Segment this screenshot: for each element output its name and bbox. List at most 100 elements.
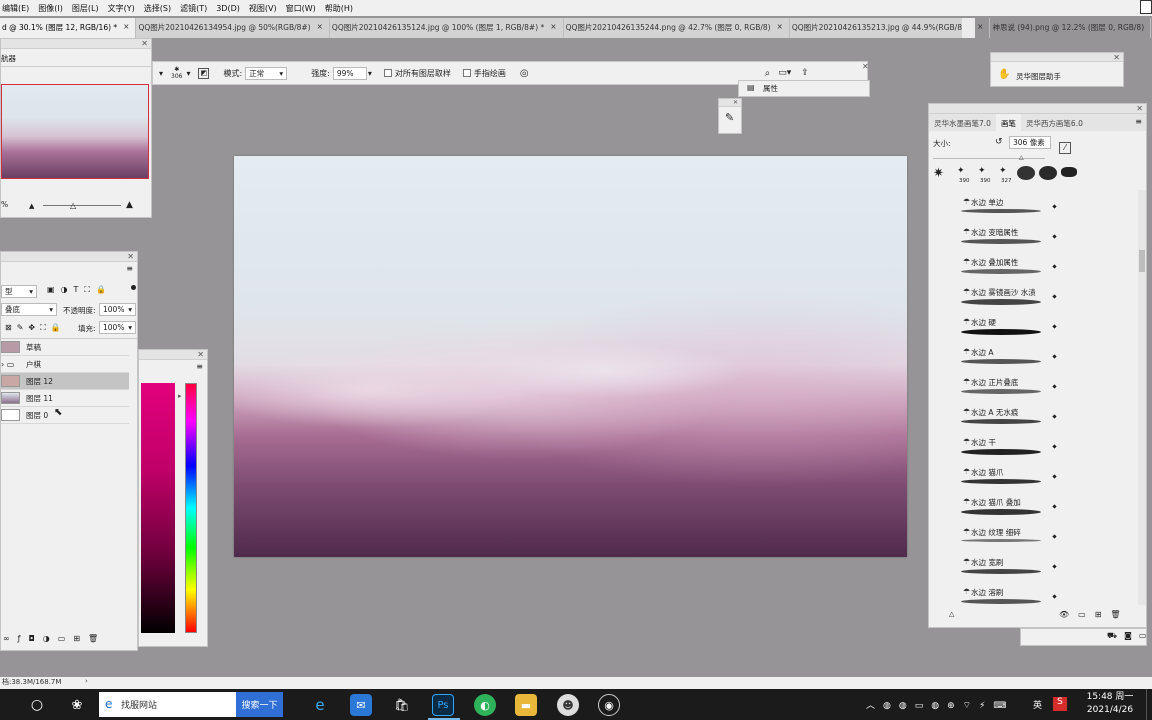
store-icon[interactable]: 🛍 <box>391 694 413 716</box>
tab-inkwash-brushes[interactable]: 灵华水墨画笔7.0 <box>929 114 996 131</box>
navigator-thumbnail[interactable] <box>1 84 149 179</box>
slider-handle[interactable]: △ <box>949 610 954 618</box>
plugin-label[interactable]: 灵华图层助手 <box>1016 71 1061 82</box>
chevron-down-icon[interactable]: ▾ <box>368 69 372 78</box>
brush-picker-arrow[interactable]: ▾ <box>186 69 190 78</box>
menu-view[interactable]: 视图(V) <box>249 3 277 14</box>
brush-preset-icon[interactable]: ✦ <box>999 166 1007 176</box>
plugin-icon[interactable]: ✋ <box>998 69 1010 80</box>
system-tray-icons[interactable]: ︿◍◍▭◍⊕⌔⚡⌨ <box>866 698 1014 711</box>
blend-mode-select[interactable]: 叠底 ▾ <box>1 303 57 316</box>
tab-western-brushes[interactable]: 灵华西方画笔6.0 <box>1021 114 1088 131</box>
input-method-icon[interactable]: S <box>1053 697 1067 711</box>
tab-brushes[interactable]: 画笔 <box>995 114 1021 131</box>
layers-tab[interactable] <box>1 262 11 280</box>
menu-type[interactable]: 文字(Y) <box>108 3 135 14</box>
zoom-slider[interactable] <box>43 205 121 206</box>
brush-options-icon[interactable]: ⁄ <box>1059 142 1071 154</box>
brush-preset-icon[interactable] <box>1017 166 1035 180</box>
brush-panel-footer-icons[interactable]: 👁▭⊞🗑 <box>1059 610 1130 619</box>
brush-picker[interactable]: ✱ 306 <box>171 66 182 80</box>
panel-menu-icon[interactable]: ≡ <box>126 264 133 273</box>
close-icon[interactable]: ✕ <box>1136 104 1143 113</box>
menu-select[interactable]: 选择(S) <box>144 3 171 14</box>
opacity-input[interactable]: 100% ▾ <box>99 303 136 316</box>
document-tab[interactable]: 神思说 (94).png @ 12.2% (图层 0, RGB/8) <box>990 18 1152 38</box>
layer-group-row[interactable]: › ▭ 户棋 <box>1 356 129 373</box>
document-tab[interactable]: QQ图片20210426134954.jpg @ 50%(RGB/8#) × <box>136 18 330 38</box>
brush-size-slider[interactable] <box>933 158 1045 159</box>
finger-paint-checkbox[interactable]: 手指绘画 <box>462 68 506 79</box>
lock-icons[interactable]: ⊠✎✥⛶🔒 <box>5 323 66 333</box>
filter-toggle-icon[interactable] <box>131 285 136 290</box>
scrollbar-thumb[interactable] <box>1139 250 1145 272</box>
tab-overflow-button[interactable] <box>962 18 975 38</box>
brush-preset-icon[interactable] <box>1061 167 1077 177</box>
brush-item[interactable]: ☂ 水边 溶刷 <box>961 580 1061 607</box>
restore-window-button[interactable] <box>1140 0 1152 14</box>
task-view-icon[interactable]: ❀ <box>66 694 88 716</box>
cortana-icon[interactable]: ○ <box>26 694 48 716</box>
properties-icon[interactable]: ▤ <box>747 83 755 92</box>
search-input[interactable]: e 找服网站 <box>99 692 236 717</box>
chevron-right-icon[interactable]: › <box>85 677 88 685</box>
pressure-icon[interactable]: ◎ <box>520 68 529 79</box>
zoom-in-icon[interactable]: ▲ <box>126 200 133 210</box>
menu-window[interactable]: 窗口(W) <box>286 3 316 14</box>
reset-icon[interactable]: ↺ <box>995 137 1003 147</box>
close-icon[interactable]: × <box>123 22 129 38</box>
menu-help[interactable]: 帮助(H) <box>325 3 353 14</box>
search-icon[interactable]: ⌕ <box>765 68 771 79</box>
app-icon[interactable]: ☻ <box>557 694 579 716</box>
edge-icon[interactable]: e <box>309 694 331 716</box>
fill-input[interactable]: 100% ▾ <box>99 321 136 334</box>
close-icon[interactable]: ✕ <box>862 62 869 71</box>
layer-row[interactable]: 草稿 <box>1 339 129 356</box>
brush-preset-icon[interactable]: ✦ <box>957 166 965 176</box>
color-saturation-field[interactable] <box>141 383 175 633</box>
strength-input[interactable]: 99% <box>332 66 367 80</box>
brush-item[interactable]: ☂ 水边 A 无水痕 <box>961 400 1061 430</box>
brush-item[interactable]: ☂ 水边 宽刷 <box>961 550 1061 580</box>
app-icon[interactable]: ◐ <box>474 694 496 716</box>
properties-label[interactable]: 属性 <box>763 83 778 94</box>
photoshop-icon[interactable]: Ps <box>432 694 454 716</box>
layers-bottom-toolbar[interactable]: ∞ƒ◘◑▭⊞🗑 <box>3 634 106 643</box>
brush-icon[interactable]: ✎ <box>725 111 734 124</box>
brush-item[interactable]: ☂ 水边 硬 <box>961 310 1061 340</box>
show-desktop-button[interactable] <box>1146 689 1152 720</box>
layer-row[interactable]: 图层 0 <box>1 407 129 424</box>
document-tab[interactable]: QQ图片20210426135244.png @ 42.7% (图层 0, RG… <box>564 18 790 38</box>
panel-menu-icon[interactable]: ≡ <box>1135 117 1142 126</box>
brush-preset-icon[interactable]: ✷ <box>933 166 944 181</box>
brush-settings-icon[interactable]: ◩ <box>198 67 210 79</box>
brush-item[interactable]: ☂ 水边 变暗属性 <box>961 220 1061 250</box>
clock[interactable]: 15:48 周一 2021/4/26 <box>1080 691 1140 717</box>
sample-all-layers-checkbox[interactable]: 对所有图层取样 <box>383 68 451 79</box>
brush-item[interactable]: ☂ 水边 纹理 细碎 <box>961 520 1061 550</box>
close-icon[interactable]: × <box>777 22 783 38</box>
menu-3d[interactable]: 3D(D) <box>216 4 240 13</box>
menu-layer[interactable]: 图层(L) <box>72 3 99 14</box>
brush-item[interactable]: ☂ 水边 猫爪 <box>961 460 1061 490</box>
file-explorer-icon[interactable]: ▬ <box>515 694 537 716</box>
navigator-tab[interactable]: 航器 <box>1 49 41 66</box>
layer-row[interactable]: 图层 12 <box>1 373 129 390</box>
extension-icons[interactable]: ⛟◙▭ <box>1107 631 1152 641</box>
close-icon[interactable]: × <box>317 22 323 38</box>
mode-select[interactable]: 正常 ▾ <box>245 66 288 80</box>
workspace-icon[interactable]: ▭▾ <box>778 68 791 78</box>
tool-preset-picker[interactable]: ▾ <box>159 69 163 78</box>
brush-preset-icon[interactable] <box>1039 166 1057 180</box>
obs-icon[interactable]: ◉ <box>598 694 620 716</box>
document-tab[interactable]: QQ图片20210426135124.jpg @ 100% (图层 1, RGB… <box>330 18 564 38</box>
brush-item[interactable]: ☂ 水边 雾镜画沙 水渍 <box>961 280 1061 310</box>
brush-item[interactable]: ☂ 水边 正片叠底 <box>961 370 1061 400</box>
search-button[interactable]: 搜索一下 <box>236 692 283 717</box>
document-tab[interactable]: QQ图片20210426135213.jpg @ 44.9%(RGB/8#) × <box>790 18 991 38</box>
panel-menu-icon[interactable]: ≡ <box>196 362 203 371</box>
zoom-value[interactable]: % <box>1 200 8 209</box>
close-icon[interactable]: × <box>550 22 556 38</box>
close-icon[interactable]: ✕ <box>141 39 148 48</box>
menu-edit[interactable]: 编辑(E) <box>2 3 29 14</box>
